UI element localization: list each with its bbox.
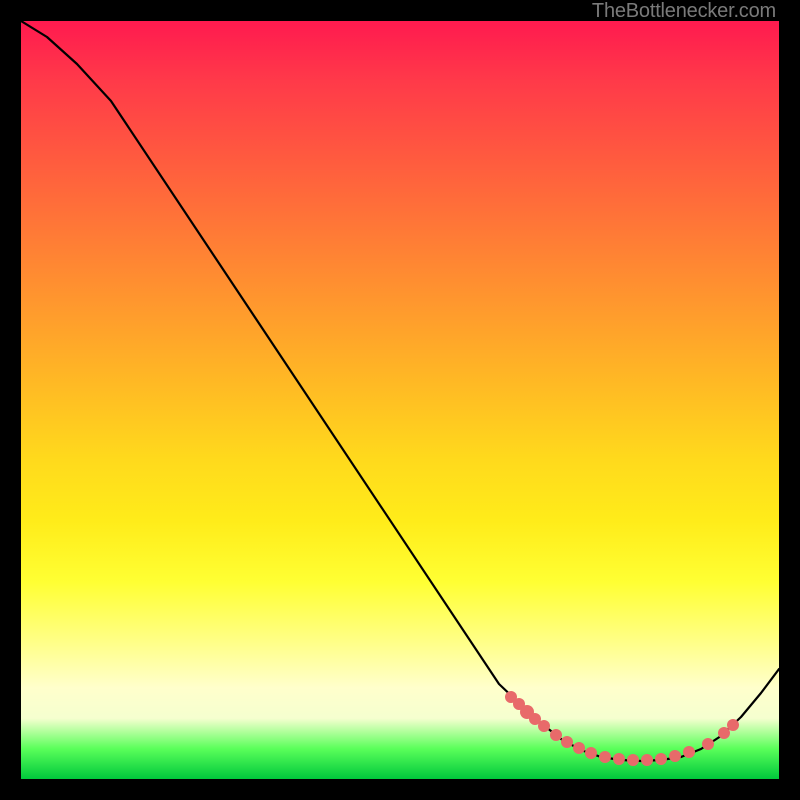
curve-marker bbox=[655, 753, 667, 765]
curve-marker bbox=[669, 750, 681, 762]
curve-marker bbox=[613, 753, 625, 765]
curve-marker bbox=[627, 754, 639, 766]
curve-marker bbox=[585, 747, 597, 759]
curve-marker bbox=[718, 727, 730, 739]
curve-marker bbox=[683, 746, 695, 758]
curve-marker bbox=[599, 751, 611, 763]
bottleneck-curve bbox=[21, 21, 779, 761]
plot-area bbox=[21, 21, 779, 779]
curve-marker bbox=[727, 719, 739, 731]
curve-marker bbox=[538, 720, 550, 732]
curve-marker bbox=[641, 754, 653, 766]
curve-marker bbox=[561, 736, 573, 748]
attribution-label: TheBottlenecker.com bbox=[592, 0, 776, 23]
curve-marker bbox=[550, 729, 562, 741]
curve-marker bbox=[573, 742, 585, 754]
marker-group bbox=[505, 691, 739, 766]
chart-stage: TheBottlenecker.com bbox=[0, 0, 800, 800]
curve-marker bbox=[702, 738, 714, 750]
curve-layer bbox=[21, 21, 779, 779]
